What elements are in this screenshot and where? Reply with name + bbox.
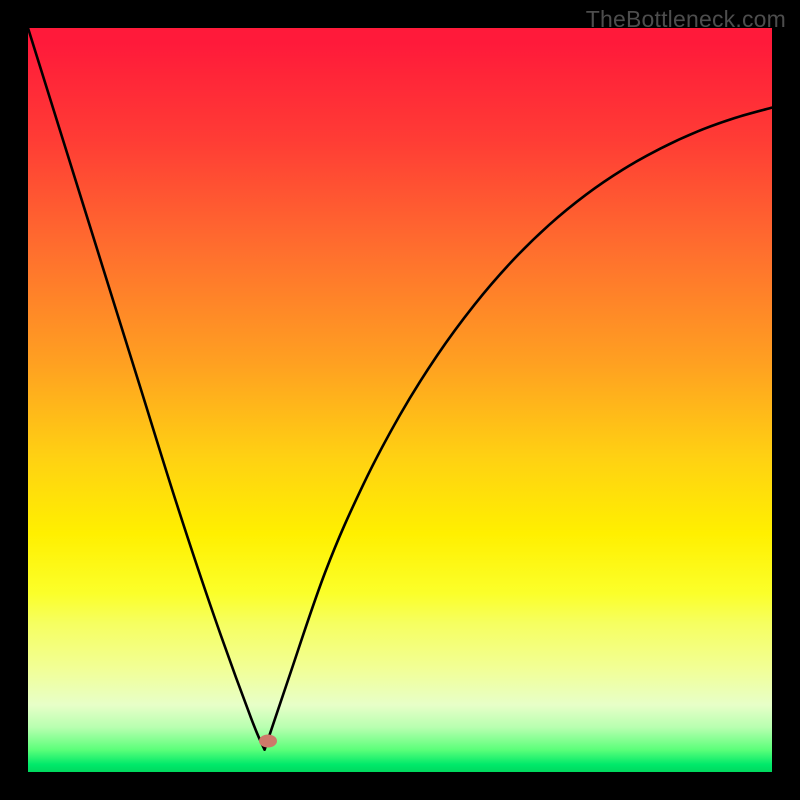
curve-path <box>28 28 772 750</box>
plot-area <box>28 28 772 772</box>
min-marker <box>259 734 277 747</box>
bottleneck-curve <box>28 28 772 772</box>
chart-frame: TheBottleneck.com <box>0 0 800 800</box>
